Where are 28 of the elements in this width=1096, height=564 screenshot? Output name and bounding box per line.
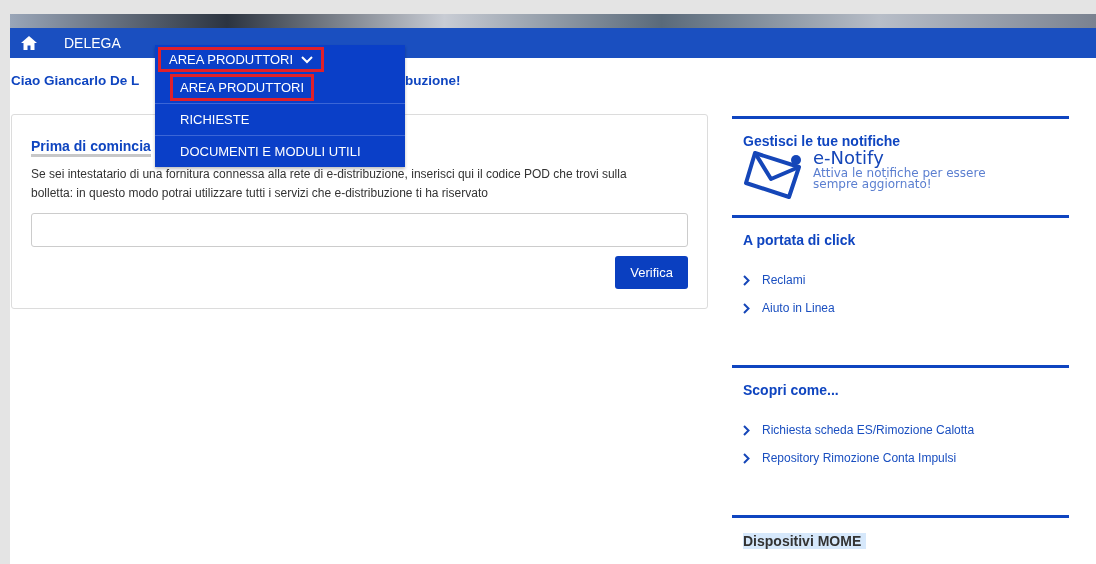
chevron-icon — [743, 424, 750, 436]
sidebar-link[interactable]: Repository Rimozione Conta Impulsi — [762, 451, 957, 465]
dropdown-toggle[interactable]: AREA PRODUTTORI — [158, 47, 324, 72]
chevron-icon — [743, 274, 750, 286]
brand-text: e-Notify — [813, 148, 884, 168]
sidebar-link[interactable]: Richiesta scheda ES/Rimozione Calotta — [762, 423, 975, 437]
greeting-text: Ciao Giancarlo De L — [11, 73, 141, 88]
nav-link[interactable]: DELEGA — [64, 35, 121, 51]
menu-item[interactable]: AREA PRODUTTORI — [170, 74, 314, 101]
sidebar-link[interactable]: Aiuto in Linea — [762, 301, 835, 315]
chevron-icon — [743, 452, 750, 464]
chevron-icon — [743, 302, 750, 314]
home-icon[interactable] — [21, 36, 37, 50]
section-title: Dispositivi MOME — [743, 533, 867, 549]
caret-icon — [301, 55, 313, 64]
verify-button[interactable]: Verifica — [615, 256, 688, 289]
card-title: Prima di comincia — [31, 138, 151, 157]
section-title: Scopri come... — [743, 382, 840, 398]
card-description: Se sei intestatario di una fornitura connessa alla rete di e-distribuzione, inserisci qui il codice POD che trovi sulla bolletta: in questo modo potrai utilizzare tutti i servizi che e-distribuzione ti ha riservato — [31, 166, 628, 202]
pod-input-field[interactable] — [31, 213, 688, 247]
envelope-icon[interactable] — [743, 149, 803, 201]
greeting-text: buzione! — [405, 73, 462, 88]
sidebar-link[interactable]: Reclami — [762, 273, 806, 287]
notify-description: Attiva le notifiche per essere sempre aggiornato! — [813, 168, 987, 190]
menu-item[interactable]: RICHIESTE — [170, 106, 260, 133]
menu-item[interactable]: DOCUMENTI E MODULI UTILI — [170, 138, 371, 165]
section-title: Gestisci le tue notifiche — [743, 133, 902, 149]
section-title: A portata di click — [743, 232, 857, 248]
